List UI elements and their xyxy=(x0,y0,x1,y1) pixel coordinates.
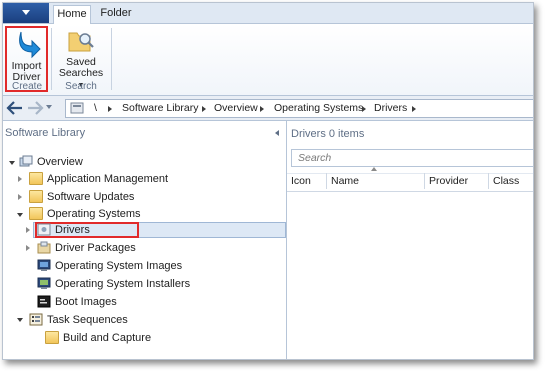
tree-item-label: Operating Systems xyxy=(47,208,141,220)
column-header-class[interactable]: Class xyxy=(489,173,533,189)
tab-home[interactable]: Home xyxy=(53,5,91,25)
results-title: Drivers 0 items xyxy=(291,128,365,140)
breadcrumb-separator-icon xyxy=(362,106,366,112)
expanded-arrow-icon[interactable] xyxy=(17,318,23,322)
expanded-arrow-icon[interactable] xyxy=(9,161,15,165)
collapsed-arrow-icon[interactable] xyxy=(18,176,22,182)
forward-arrow-icon[interactable] xyxy=(26,99,44,117)
folder-icon xyxy=(29,172,43,185)
breadcrumb-separator-icon xyxy=(108,106,112,112)
app-menu-button[interactable] xyxy=(3,3,49,23)
driver-icon xyxy=(37,223,51,236)
boot-image-icon xyxy=(37,295,51,308)
tree-item-label: Boot Images xyxy=(55,296,117,308)
back-arrow-icon[interactable] xyxy=(6,99,24,117)
folder-icon xyxy=(29,207,43,220)
history-dropdown-icon[interactable] xyxy=(46,105,52,109)
ribbon: Import Driver Saved Searches ▼ Create Se… xyxy=(3,24,533,96)
folder-icon xyxy=(29,190,43,203)
overview-icon xyxy=(19,155,33,167)
expanded-arrow-icon[interactable] xyxy=(17,213,23,217)
tree-item-label: Task Sequences xyxy=(47,314,128,326)
navigation-pane-title: Software Library xyxy=(5,127,86,139)
collapsed-arrow-icon[interactable] xyxy=(26,245,30,251)
navigation-bar: \ Software Library Overview Operating Sy… xyxy=(3,96,533,121)
tree-item-label: Application Management xyxy=(47,173,169,185)
ribbon-tab-strip: Home Folder xyxy=(3,3,533,25)
column-header-icon[interactable]: Icon xyxy=(287,173,327,189)
package-icon xyxy=(37,241,51,254)
chevron-down-icon xyxy=(22,10,30,15)
os-image-icon xyxy=(37,259,51,271)
saved-searches-button[interactable]: Saved Searches ▼ xyxy=(55,26,107,89)
column-header-provider[interactable]: Provider xyxy=(425,173,489,189)
tree-item-label: Software Updates xyxy=(47,191,135,203)
breadcrumb-separator-icon xyxy=(260,106,264,112)
group-divider xyxy=(111,28,112,90)
tree-item-label: Overview xyxy=(37,156,83,168)
tree-item-label: Operating System Installers xyxy=(55,278,191,290)
saved-searches-icon xyxy=(68,32,94,52)
breadcrumb-software-library[interactable]: Software Library xyxy=(122,102,198,114)
tree-item-label: Build and Capture xyxy=(63,332,152,344)
collapsed-arrow-icon[interactable] xyxy=(18,194,22,200)
tree-item-label: Driver Packages xyxy=(55,242,136,254)
import-arrow-icon xyxy=(18,31,41,59)
os-installer-icon xyxy=(37,277,51,289)
group-divider xyxy=(51,28,52,90)
results-pane: Drivers 0 items Search Icon Name Provide… xyxy=(287,121,533,359)
breadcrumb-separator-icon xyxy=(202,106,206,112)
sort-ascending-icon xyxy=(371,167,377,171)
address-breadcrumb-bar[interactable]: \ Software Library Overview Operating Sy… xyxy=(65,99,533,118)
column-header-name[interactable]: Name xyxy=(327,173,425,189)
breadcrumb-overview[interactable]: Overview xyxy=(214,102,258,114)
task-sequence-icon xyxy=(29,313,43,326)
breadcrumb-operating-systems[interactable]: Operating Systems xyxy=(274,102,363,114)
navigation-pane: Software Library Overview Application Ma… xyxy=(3,121,287,359)
breadcrumb-separator-icon xyxy=(412,106,416,112)
group-label-create: Create xyxy=(11,81,42,92)
tree-item-label: Operating System Images xyxy=(55,260,183,272)
tree-item-label: Drivers xyxy=(55,224,90,236)
search-input[interactable]: Search xyxy=(291,149,533,167)
breadcrumb-root[interactable]: \ xyxy=(94,102,97,114)
folder-icon xyxy=(45,331,59,344)
group-label-search: Search xyxy=(65,81,97,92)
tab-folder[interactable]: Folder xyxy=(95,5,137,23)
breadcrumb-drivers[interactable]: Drivers xyxy=(374,102,407,114)
collapse-pane-icon[interactable] xyxy=(275,130,279,136)
console-window: Home Folder Import Driver Saved Searches… xyxy=(2,2,534,360)
collapsed-arrow-icon[interactable] xyxy=(26,227,30,233)
saved-searches-text: Searches xyxy=(58,67,104,79)
console-root-icon xyxy=(70,102,84,114)
search-placeholder: Search xyxy=(298,152,332,164)
